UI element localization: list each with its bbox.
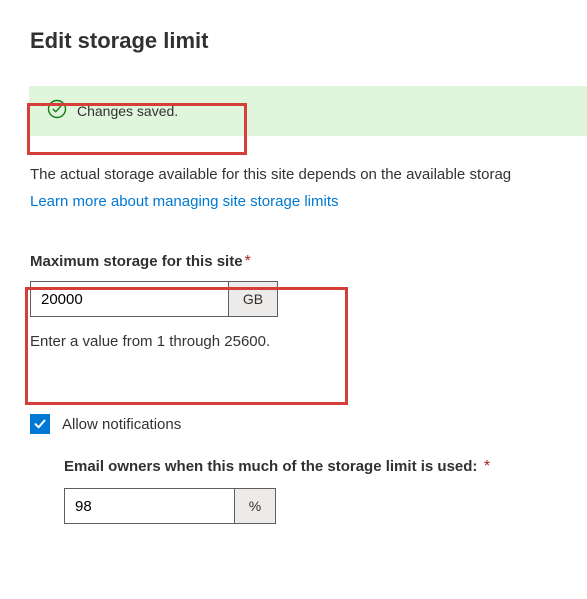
max-storage-hint: Enter a value from 1 through 25600. [30, 333, 587, 350]
banner-text: Changes saved. [77, 103, 178, 119]
description-text: The actual storage available for this si… [30, 166, 587, 183]
page-title: Edit storage limit [30, 28, 587, 54]
learn-more-link[interactable]: Learn more about managing site storage l… [30, 193, 339, 210]
allow-notifications-checkbox[interactable] [30, 414, 50, 434]
max-storage-unit: GB [228, 281, 278, 317]
required-indicator: * [245, 253, 251, 270]
checkmark-circle-icon [47, 99, 67, 124]
email-threshold-label: Email owners when this much of the stora… [64, 458, 587, 476]
allow-notifications-label: Allow notifications [62, 416, 181, 433]
required-indicator: * [484, 458, 490, 475]
email-threshold-input[interactable] [64, 488, 234, 524]
email-threshold-unit: % [234, 488, 276, 524]
success-banner: Changes saved. [29, 86, 587, 136]
max-storage-input[interactable] [30, 281, 228, 317]
max-storage-label: Maximum storage for this site* [30, 253, 587, 271]
